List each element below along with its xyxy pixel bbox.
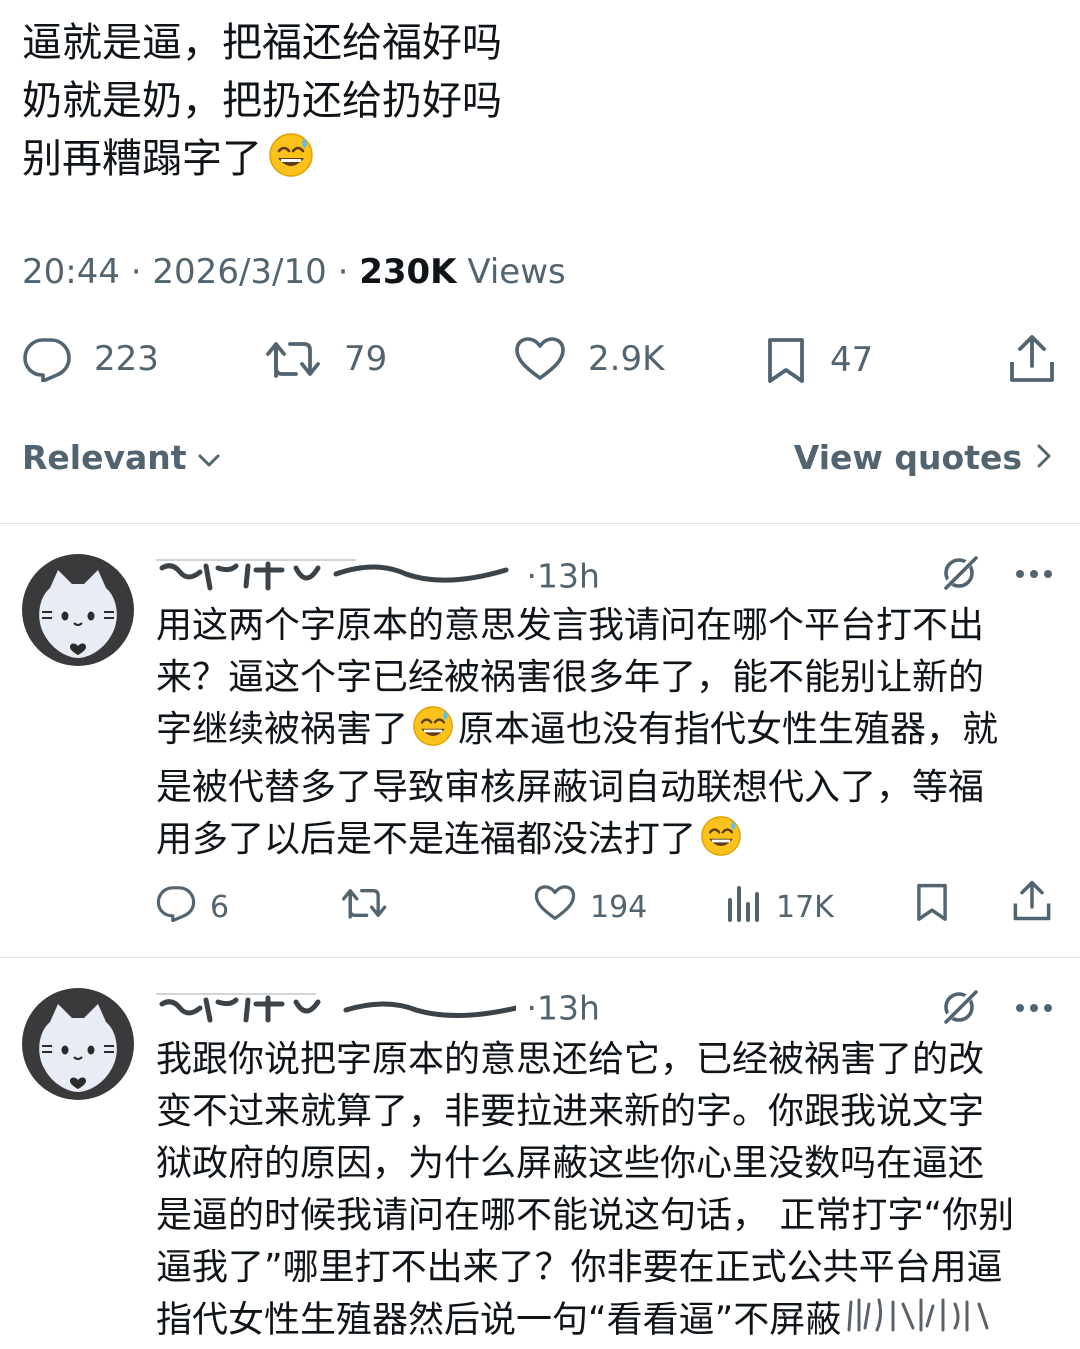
share-icon [1008, 334, 1056, 384]
retweet-icon [342, 884, 388, 930]
share-button[interactable] [1008, 334, 1056, 384]
reply-line: 来？逼这个字已经被祸害很多年了，能不能别让新的 [156, 657, 985, 698]
views-count: 17K [776, 889, 834, 925]
tweet-text: 逼就是逼，把福还给福好吗 奶就是奶，把扔还给扔好吗 别再糟蹋字了 [22, 14, 502, 194]
tweet-time[interactable]: 20:44 [22, 252, 120, 292]
chevron-right-icon [1036, 438, 1052, 477]
reply-line: 逼我了”哪里打不出来了？你非要在正式公共平台用逼 [156, 1247, 1003, 1288]
reply-line: 狱政府的原因，为什么屏蔽这些你心里没数吗在逼还 [156, 1143, 985, 1184]
tweet-meta: 20:44 · 2026/3/10 · 230K Views [22, 252, 566, 292]
reply-line: 是被代替多了导致审核屏蔽词自动联想代入了，等福 [156, 767, 985, 808]
view-quotes-link[interactable]: View quotes [794, 438, 1052, 477]
reply-line: 用多了以后是不是连福都没法打了 [156, 814, 1046, 872]
relevant-label: Relevant [22, 438, 187, 477]
like-button[interactable]: 2.9K [514, 336, 664, 382]
more-icon[interactable] [1014, 999, 1054, 1018]
reply-time[interactable]: 13h [537, 557, 600, 596]
bookmark-count: 47 [830, 340, 874, 380]
chevron-down-icon [197, 438, 221, 477]
reply-line-text: 字继续被祸害了 [156, 709, 409, 750]
reply-line: 字继续被祸害了 原本逼也没有指代女性生殖器，就 [156, 704, 1046, 762]
reply-icon [22, 336, 72, 382]
tweet-line: 别再糟蹋字了 [22, 130, 502, 194]
views-button[interactable]: 17K [726, 884, 834, 930]
more-icon[interactable] [1014, 565, 1054, 584]
reply-line: 我跟你说把字原本的意思还给它，已经被祸害了的改 [156, 1039, 985, 1080]
heart-icon [534, 884, 576, 930]
reply-separator: · [526, 988, 538, 1028]
reply-button[interactable]: 6 [156, 884, 229, 930]
reply-body: 用这两个字原本的意思发言我请问在哪个平台打不出 来？逼这个字已经被祸害很多年了，… [156, 600, 1046, 872]
tweet-line: 奶就是奶，把扔还给扔好吗 [22, 78, 502, 124]
reply-line: 变不过来就算了，非要拉进来新的字。你跟我说文字 [156, 1091, 985, 1132]
redacted-name [156, 554, 516, 602]
reply-line-text: 指代女性生殖器然后说一句“看看逼”不屏蔽 [156, 1299, 842, 1341]
cat-avatar[interactable] [22, 988, 134, 1100]
share-button[interactable] [1012, 880, 1052, 930]
reply-header: ·13h [156, 986, 600, 1034]
bookmark-button[interactable]: 47 [764, 336, 873, 384]
reply-action-bar: 6 194 17K [0, 880, 1080, 930]
views-icon [726, 884, 762, 930]
reply-icon [156, 884, 196, 930]
reply-line-text: 用多了以后是不是连福都没法打了 [156, 819, 697, 860]
tweet-line-text: 别再糟蹋字了 [22, 136, 262, 182]
reply-item[interactable]: ·13h 用这两个字原本的意思发言我请问在哪个平台打不出 来？逼这个字已经被祸害… [0, 524, 1080, 956]
retweet-count: 79 [344, 339, 388, 379]
reply-body: 我跟你说把字原本的意思还给它，已经被祸害了的改 变不过来就算了，非要拉进来新的字… [156, 1034, 1046, 1349]
reply-sort-bar: Relevant View quotes [22, 438, 1052, 477]
cat-avatar[interactable] [22, 554, 134, 666]
share-icon [1012, 880, 1052, 930]
reply-count: 6 [210, 889, 230, 925]
bookmark-icon [914, 882, 950, 930]
bookmark-icon [764, 336, 808, 384]
reply-header-actions [940, 986, 1054, 1030]
views-count: 230K [359, 252, 457, 292]
watermark-scribble [845, 1294, 995, 1349]
retweet-icon [266, 336, 322, 382]
reply-header-actions [940, 552, 1054, 596]
tweet-action-bar: 223 79 2.9K 47 [0, 330, 1080, 394]
reply-count: 223 [94, 339, 159, 379]
like-count: 194 [590, 889, 648, 925]
reply-separator: · [526, 556, 538, 596]
views-label: Views [467, 252, 566, 292]
sweat-smile-emoji [268, 132, 314, 194]
like-button[interactable]: 194 [534, 884, 647, 930]
reply-header: ·13h [156, 554, 600, 602]
reply-time[interactable]: 13h [537, 989, 600, 1028]
like-count: 2.9K [588, 339, 665, 379]
grok-icon[interactable] [940, 552, 980, 596]
reply-button[interactable]: 223 [22, 336, 159, 382]
sweat-smile-emoji [412, 705, 454, 762]
reply-line: 指代女性生殖器然后说一句“看看逼”不屏蔽 [156, 1294, 1046, 1349]
view-quotes-label: View quotes [793, 438, 1022, 477]
tweet-line: 逼就是逼，把福还给福好吗 [22, 20, 502, 66]
grok-icon[interactable] [940, 986, 980, 1030]
reply-line: 是逼的时候我请问在哪不能说这句话， 正常打字“你别 [156, 1195, 1015, 1236]
sweat-smile-emoji [700, 815, 742, 872]
meta-separator: · [130, 252, 142, 292]
meta-separator: · [337, 252, 349, 292]
heart-icon [514, 336, 566, 382]
relevant-dropdown[interactable]: Relevant [22, 438, 221, 477]
retweet-button[interactable]: 79 [266, 336, 387, 382]
reply-item[interactable]: ·13h 我跟你说把字原本的意思还给它，已经被祸害了的改 变不过来就算了，非要拉… [0, 958, 1080, 1346]
bookmark-button[interactable] [914, 882, 950, 930]
reply-line: 用这两个字原本的意思发言我请问在哪个平台打不出 [156, 605, 985, 646]
tweet-date[interactable]: 2026/3/10 [152, 252, 326, 292]
retweet-button[interactable] [342, 884, 388, 930]
reply-line-text: 原本逼也没有指代女性生殖器，就 [458, 709, 999, 750]
redacted-name [156, 986, 519, 1034]
